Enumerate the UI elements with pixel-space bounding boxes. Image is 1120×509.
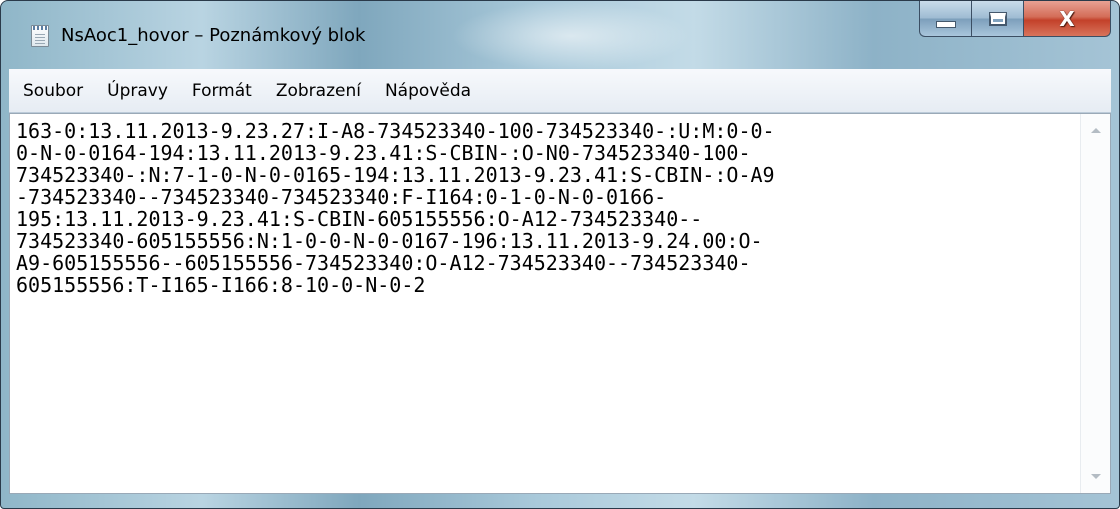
scroll-down-arrow-icon[interactable]	[1091, 474, 1101, 479]
text-line: -734523340--734523340-734523340:F-I164:0…	[16, 185, 667, 209]
text-line: 0-N-0-0164-194:13.11.2013-9.23.41:S-CBIN…	[16, 141, 751, 165]
scroll-up-arrow-icon[interactable]	[1091, 128, 1101, 133]
text-editor[interactable]: 163-0:13.11.2013-9.23.27:I-A8-734523340-…	[9, 113, 1111, 494]
menu-napoveda[interactable]: Nápověda	[385, 81, 471, 101]
text-line: 605155556:T-I165-I166:8-10-0-N-0-2	[16, 273, 426, 297]
menu-format[interactable]: Formát	[192, 81, 252, 101]
notepad-icon[interactable]	[31, 25, 49, 47]
window-title: NsAoc1_hovor – Poznámkový blok	[61, 25, 366, 46]
notepad-window: NsAoc1_hovor – Poznámkový blok X Soubor …	[0, 0, 1120, 509]
vertical-scrollbar[interactable]	[1080, 114, 1110, 493]
document-text[interactable]: 163-0:13.11.2013-9.23.27:I-A8-734523340-…	[16, 120, 1080, 488]
text-line: 734523340-:N:7-1-0-N-0-0165-194:13.11.20…	[16, 163, 775, 187]
title-bar-glow	[451, 1, 691, 71]
text-line: 734523340-605155556:N:1-0-0-N-0-0167-196…	[16, 229, 763, 253]
window-bottom-border	[1, 493, 1119, 508]
maximize-icon	[988, 11, 1007, 26]
menu-bar: Soubor Úpravy Formát Zobrazení Nápověda	[9, 69, 1111, 113]
close-button[interactable]: X	[1023, 1, 1111, 37]
text-line: 195:13.11.2013-9.23.41:S-CBIN-605155556:…	[16, 207, 703, 231]
minimize-button[interactable]	[919, 1, 971, 37]
menu-upravy[interactable]: Úpravy	[107, 81, 168, 101]
maximize-button[interactable]	[971, 1, 1023, 37]
text-line: 163-0:13.11.2013-9.23.27:I-A8-734523340-…	[16, 120, 775, 143]
menu-zobrazeni[interactable]: Zobrazení	[276, 81, 361, 101]
minimize-icon	[935, 21, 956, 28]
menu-soubor[interactable]: Soubor	[23, 81, 83, 101]
text-line: A9-605155556--605155556-734523340:O-A12-…	[16, 251, 751, 275]
caption-buttons: X	[919, 1, 1111, 37]
title-bar[interactable]: NsAoc1_hovor – Poznámkový blok X	[1, 1, 1119, 71]
close-icon: X	[1059, 6, 1075, 31]
